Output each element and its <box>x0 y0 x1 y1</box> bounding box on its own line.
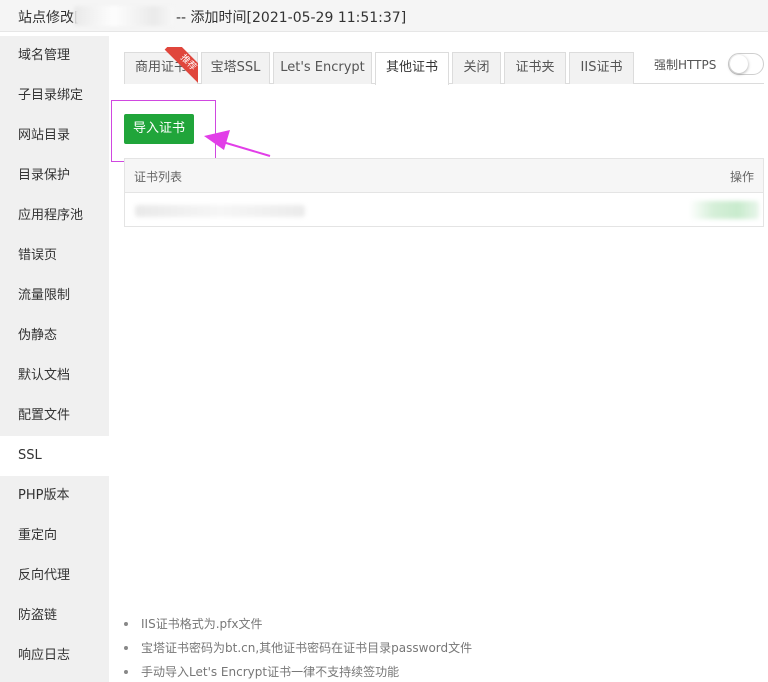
list-item: 宝塔证书密码为bt.cn,其他证书密码在证书目录password文件 <box>124 636 764 660</box>
window-titlebar: 站点修改[ -- 添加时间[2021-05-29 11:51:37] <box>0 0 768 32</box>
tab-iis-cert[interactable]: IIS证书 <box>569 52 634 84</box>
window-title-prefix: 站点修改[ <box>18 10 80 26</box>
sidebar-item-php-version[interactable]: PHP版本 <box>0 476 109 516</box>
force-https-toggle[interactable] <box>728 53 764 75</box>
list-item: IIS证书格式为.pfx文件 <box>124 612 764 636</box>
sidebar-item-app-pool[interactable]: 应用程序池 <box>0 196 109 236</box>
sidebar-item-config-file[interactable]: 配置文件 <box>0 396 109 436</box>
sidebar-item-dir-protection[interactable]: 目录保护 <box>0 156 109 196</box>
tab-cert-folder[interactable]: 证书夹 <box>504 52 566 84</box>
force-https-label: 强制HTTPS <box>654 58 717 72</box>
sidebar-item-default-doc[interactable]: 默认文档 <box>0 356 109 396</box>
cert-table-header: 证书列表 操作 <box>125 159 763 193</box>
sidebar-item-traffic-limit[interactable]: 流量限制 <box>0 276 109 316</box>
settings-sidebar: 域名管理 子目录绑定 网站目录 目录保护 应用程序池 错误页 流量限制 伪静态 … <box>0 36 109 682</box>
sidebar-item-subdir-binding[interactable]: 子目录绑定 <box>0 76 109 116</box>
cert-list-table: 证书列表 操作 <box>124 158 764 227</box>
import-cert-button[interactable]: 导入证书 <box>124 114 194 144</box>
redacted-site-name <box>74 6 174 26</box>
tip-text: 手动导入Let's Encrypt证书一律不支持续签功能 <box>141 665 400 679</box>
list-item: 手动导入Let's Encrypt证书一律不支持续签功能 <box>124 660 764 682</box>
tab-bt-ssl[interactable]: 宝塔SSL <box>201 52 270 84</box>
column-header-cert-list: 证书列表 <box>134 170 183 184</box>
redacted-cert-name <box>135 205 305 217</box>
sidebar-item-redirect[interactable]: 重定向 <box>0 516 109 556</box>
sidebar-item-rewrite[interactable]: 伪静态 <box>0 316 109 356</box>
sidebar-item-response-log[interactable]: 响应日志 <box>0 636 109 676</box>
column-header-action: 操作 <box>729 170 754 184</box>
bullet-icon <box>124 670 128 674</box>
annotation-arrow-icon <box>204 130 271 157</box>
redacted-cert-action <box>689 201 759 219</box>
sidebar-item-ssl[interactable]: SSL <box>0 436 109 476</box>
window-title-suffix: -- 添加时间[2021-05-29 11:51:37] <box>176 10 407 26</box>
sidebar-item-site-directory[interactable]: 网站目录 <box>0 116 109 156</box>
sidebar-item-hotlink-protection[interactable]: 防盗链 <box>0 596 109 636</box>
tab-commercial-cert[interactable]: 商用证书 <box>124 52 198 84</box>
sidebar-item-error-page[interactable]: 错误页 <box>0 236 109 276</box>
tab-close[interactable]: 关闭 <box>452 52 501 84</box>
toggle-knob <box>730 55 748 73</box>
sidebar-item-domain[interactable]: 域名管理 <box>0 36 109 76</box>
ssl-tips-list: IIS证书格式为.pfx文件 宝塔证书密码为bt.cn,其他证书密码在证书目录p… <box>124 612 764 682</box>
annotation-arrow-head <box>204 130 230 150</box>
tab-other-cert[interactable]: 其他证书 <box>375 52 449 85</box>
tip-text: IIS证书格式为.pfx文件 <box>141 617 263 631</box>
tab-lets-encrypt[interactable]: Let's Encrypt <box>273 52 372 84</box>
bullet-icon <box>124 622 128 626</box>
tip-text: 宝塔证书密码为bt.cn,其他证书密码在证书目录password文件 <box>141 641 473 655</box>
sidebar-item-reverse-proxy[interactable]: 反向代理 <box>0 556 109 596</box>
bullet-icon <box>124 646 128 650</box>
